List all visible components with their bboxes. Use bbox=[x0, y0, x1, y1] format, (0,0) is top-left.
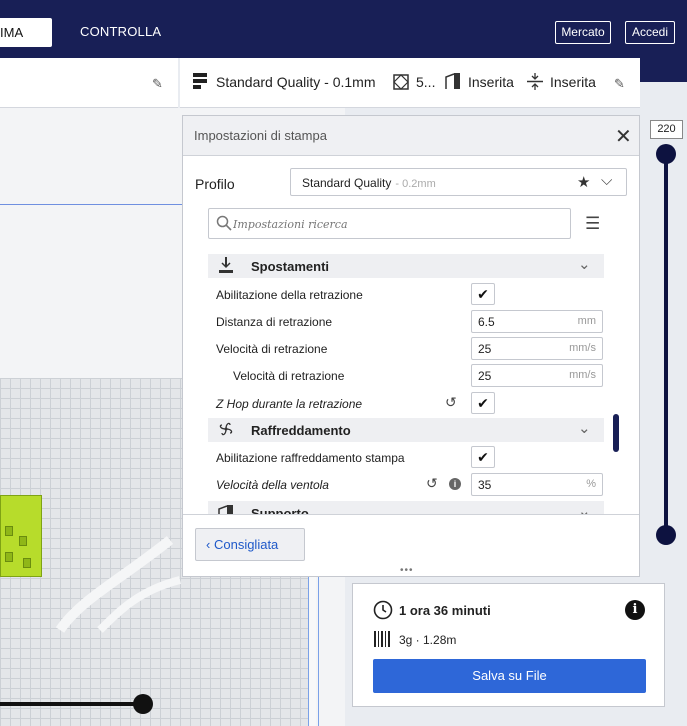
field-unit: mm/s bbox=[569, 342, 596, 354]
retraction-speed-field[interactable]: 25 mm/s bbox=[471, 337, 603, 360]
layer-slider-bottom-handle[interactable] bbox=[656, 525, 676, 545]
recommended-button[interactable]: ‹ Consigliata bbox=[195, 528, 305, 561]
profile-dropdown[interactable]: Standard Quality - 0.2mm ★ ⌵ bbox=[290, 168, 627, 196]
material-estimate: 3g · 1.28m bbox=[399, 633, 457, 647]
layer-number-badge[interactable]: 220 bbox=[650, 120, 683, 139]
adhesion-label[interactable]: Inserita bbox=[550, 74, 596, 90]
model-detail bbox=[5, 552, 13, 562]
chevron-down-icon[interactable]: ⌄ bbox=[578, 419, 591, 437]
field-value: 25 bbox=[478, 369, 492, 383]
profile-label: Profilo bbox=[195, 176, 235, 192]
category-travel-label: Spostamenti bbox=[251, 259, 330, 274]
layer-slider-top-handle[interactable] bbox=[656, 144, 676, 164]
settings-list[interactable]: Spostamenti ⌄ Abilitazione della retrazi… bbox=[183, 253, 641, 515]
travel-icon bbox=[219, 257, 233, 273]
cooling-enable-checkbox[interactable]: ✔ bbox=[471, 446, 495, 468]
header-extension bbox=[640, 58, 687, 82]
field-unit: mm bbox=[577, 315, 596, 327]
support-icon bbox=[445, 73, 460, 89]
retraction-distance-field[interactable]: 6.5 mm bbox=[471, 310, 603, 333]
setting-label: Velocità di retrazione bbox=[233, 369, 345, 383]
build-volume-edge bbox=[0, 204, 182, 205]
quality-icon bbox=[193, 73, 207, 89]
setting-label: Abilitazione della retrazione bbox=[216, 288, 363, 302]
chevron-down-icon[interactable]: ⌵ bbox=[601, 172, 612, 189]
vertical-layer-slider[interactable] bbox=[664, 152, 668, 536]
marketplace-button[interactable]: Mercato bbox=[555, 21, 611, 44]
panel-resize-handle[interactable]: ••• bbox=[400, 565, 414, 576]
setting-label: Z Hop durante la retrazione bbox=[216, 397, 363, 411]
model-detail bbox=[5, 526, 13, 536]
info-icon[interactable]: i bbox=[625, 600, 645, 620]
adhesion-icon bbox=[527, 73, 543, 90]
setting-label: Velocità di retrazione bbox=[216, 342, 328, 356]
info-icon[interactable]: i bbox=[449, 478, 461, 490]
horizontal-layer-slider[interactable] bbox=[0, 702, 142, 706]
chevron-left-icon: ‹ bbox=[206, 537, 211, 552]
edit-settings-pencil-icon[interactable]: ✎ bbox=[614, 76, 625, 92]
retraction-retract-speed-field[interactable]: 25 mm/s bbox=[471, 364, 603, 387]
login-button[interactable]: Accedi bbox=[625, 21, 675, 44]
fan-icon bbox=[219, 422, 233, 436]
model-detail bbox=[19, 536, 27, 546]
clock-icon bbox=[373, 600, 393, 620]
category-support[interactable]: Supporto ⌄ bbox=[208, 501, 604, 515]
field-value: 35 bbox=[478, 478, 492, 492]
tab-monitor[interactable]: CONTROLLA bbox=[80, 24, 161, 39]
model-detail bbox=[23, 558, 31, 568]
spool-icon bbox=[374, 631, 390, 647]
search-input[interactable] bbox=[233, 214, 563, 234]
field-unit: mm/s bbox=[569, 369, 596, 381]
reset-icon[interactable]: ↺ bbox=[426, 475, 438, 492]
field-value: 6.5 bbox=[478, 315, 495, 329]
setting-label: Velocità della ventola bbox=[216, 478, 329, 492]
panel-header: Impostazioni di stampa ✕ bbox=[183, 116, 639, 156]
retraction-enable-checkbox[interactable]: ✔ bbox=[471, 283, 495, 305]
quality-label[interactable]: Standard Quality - 0.1mm bbox=[216, 74, 376, 90]
panel-title: Impostazioni di stampa bbox=[194, 128, 327, 143]
profile-name: Standard Quality - 0.2mm bbox=[302, 176, 436, 190]
chevron-down-icon[interactable]: ⌄ bbox=[578, 255, 591, 273]
top-bar: IMA CONTROLLA Mercato Accedi bbox=[0, 0, 687, 58]
reset-icon[interactable]: ↺ bbox=[445, 394, 457, 411]
support-label[interactable]: Inserita bbox=[468, 74, 514, 90]
settings-search[interactable] bbox=[208, 208, 571, 239]
tab-prepare[interactable]: IMA bbox=[0, 18, 52, 47]
search-icon bbox=[216, 215, 232, 231]
setting-label: Abilitazione raffreddamento stampa bbox=[216, 451, 405, 465]
category-cooling[interactable]: Raffreddamento ⌄ bbox=[208, 418, 604, 442]
fan-speed-field[interactable]: 35 % bbox=[471, 473, 603, 496]
setting-label: Distanza di retrazione bbox=[216, 315, 333, 329]
print-settings-panel: Impostazioni di stampa ✕ Profilo Standar… bbox=[182, 115, 640, 577]
star-icon[interactable]: ★ bbox=[577, 173, 590, 191]
save-to-file-button[interactable]: Salva su File bbox=[373, 659, 646, 693]
settings-scrollbar[interactable] bbox=[613, 414, 619, 452]
profile-layer-height: - 0.2mm bbox=[395, 178, 436, 190]
print-time: 1 ora 36 minuti bbox=[399, 603, 491, 618]
infill-label[interactable]: 5... bbox=[416, 74, 435, 90]
horizontal-slider-handle[interactable] bbox=[133, 694, 153, 714]
category-travel[interactable]: Spostamenti ⌄ bbox=[208, 254, 604, 278]
field-value: 25 bbox=[478, 342, 492, 356]
recommended-label: Consigliata bbox=[213, 537, 279, 552]
category-cooling-label: Raffreddamento bbox=[251, 423, 351, 438]
plate-logo-watermark bbox=[55, 536, 181, 633]
field-unit: % bbox=[586, 478, 596, 490]
pencil-icon[interactable]: ✎ bbox=[152, 76, 163, 92]
print-summary: 1 ora 36 minuti i 3g · 1.28m Salva su Fi… bbox=[352, 583, 665, 707]
settings-menu-icon[interactable]: ☰ bbox=[585, 214, 600, 234]
3d-model[interactable] bbox=[0, 495, 42, 577]
infill-icon bbox=[393, 74, 409, 90]
close-icon[interactable]: ✕ bbox=[615, 124, 632, 149]
z-hop-checkbox[interactable]: ✔ bbox=[471, 392, 495, 414]
